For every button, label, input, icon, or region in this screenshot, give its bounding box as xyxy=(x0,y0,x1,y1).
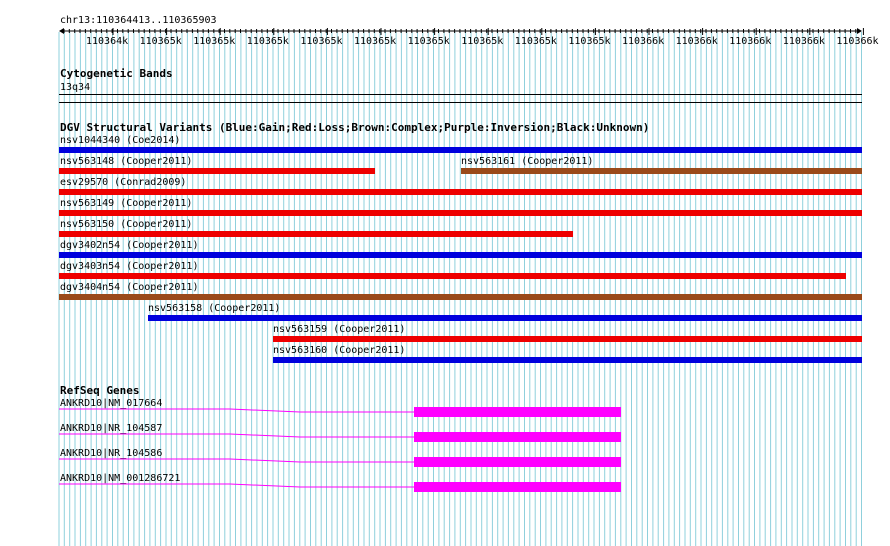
gene-exon-block xyxy=(414,432,621,442)
gene-intron-line xyxy=(59,433,414,438)
gene-intron-line xyxy=(59,408,414,413)
refseq-gene-models[interactable] xyxy=(0,0,890,546)
gene-exon-block xyxy=(414,407,621,417)
gene-exon-block xyxy=(414,457,621,467)
gene-intron-line xyxy=(59,483,414,488)
gene-intron-line xyxy=(59,458,414,463)
gene-exon-block xyxy=(414,482,621,492)
genome-browser-view: chr13:110364413..110365903 110364k 110365… xyxy=(0,0,890,546)
